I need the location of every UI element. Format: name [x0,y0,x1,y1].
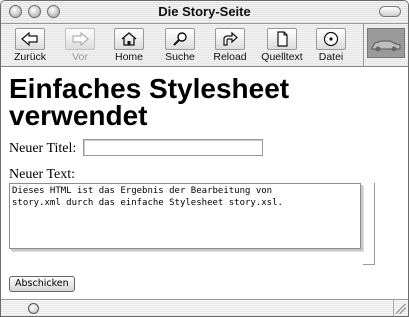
file-label: Datei [318,51,344,63]
source-label: Quelltext [261,51,303,63]
page-content: Einfaches Stylesheet verwendet Neuer Tit… [1,67,408,299]
document-icon [267,28,297,50]
text-area[interactable]: Dieses HTML ist das Ergebnis der Bearbei… [9,183,361,249]
toolbar-toggle-button[interactable] [379,6,401,17]
search-button[interactable]: Suche [157,28,203,64]
toolbar-divider [363,24,364,66]
title-input[interactable] [83,139,263,156]
horizontal-scrollbar[interactable] [1,299,408,316]
car-logo-icon [367,28,405,58]
toolbar: Zurück Vor Home Suche Reload Quelltext D… [1,24,408,67]
window-title: Die Story-Seite [158,4,251,19]
submit-button[interactable]: Abschicken [9,276,75,292]
back-label: Zurück [13,51,47,63]
home-icon [114,28,144,50]
text-label: Neuer Text: [9,167,76,182]
resize-grip-icon[interactable] [396,304,406,314]
disk-icon [316,28,346,50]
title-label: Neuer Titel: [9,141,77,156]
back-arrow-icon [15,28,45,50]
forward-arrow-icon [65,28,95,50]
forward-label: Vor [72,51,88,63]
forward-button[interactable]: Vor [57,28,103,64]
file-button[interactable]: Datei [308,28,354,64]
reload-icon [215,28,245,50]
search-icon [165,28,195,50]
reload-label: Reload [213,51,247,63]
back-button[interactable]: Zurück [7,28,53,64]
scroll-thumb[interactable] [28,303,39,314]
search-label: Suche [165,51,195,63]
home-button[interactable]: Home [106,28,152,64]
scrollbar-divider [393,300,394,316]
home-label: Home [114,51,143,63]
reload-button[interactable]: Reload [207,28,253,64]
text-area-scrollbar[interactable] [363,183,375,265]
source-button[interactable]: Quelltext [259,28,305,64]
browser-window: Die Story-Seite Zurück Vor Home Suche Re… [0,0,409,317]
page-heading: Einfaches Stylesheet verwendet [9,73,290,131]
title-bar[interactable]: Die Story-Seite [1,1,408,24]
